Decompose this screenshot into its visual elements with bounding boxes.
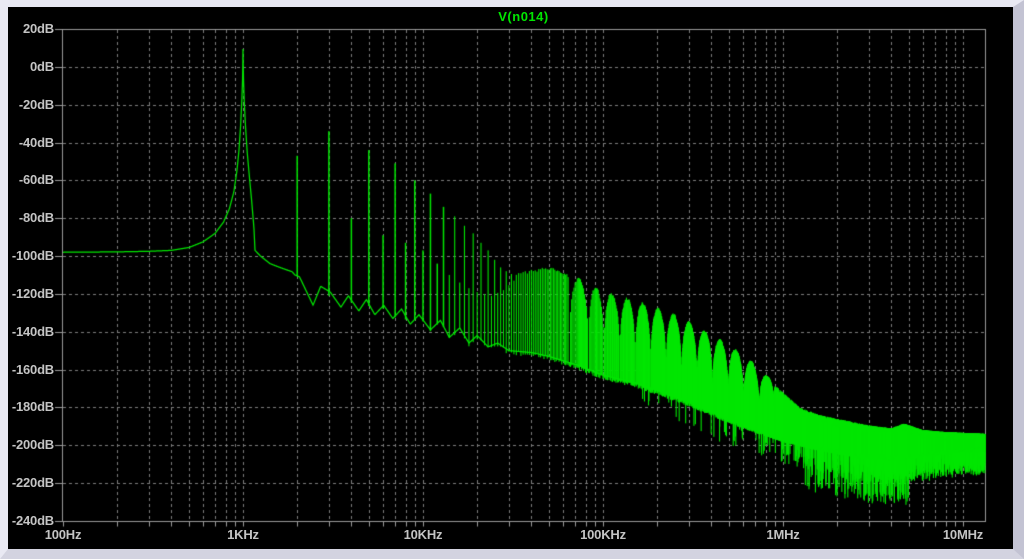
x-axis-label: 10KHz xyxy=(404,527,443,542)
y-axis-label: -160dB xyxy=(0,362,54,377)
y-axis-label: 20dB xyxy=(0,21,54,36)
x-axis-label: 1MHz xyxy=(766,527,799,542)
y-axis-label: -240dB xyxy=(0,513,54,528)
y-axis-label: 0dB xyxy=(0,59,54,74)
y-axis-label: -80dB xyxy=(0,210,54,225)
x-axis-label: 1KHz xyxy=(227,527,259,542)
y-axis-label: -20dB xyxy=(0,97,54,112)
x-axis-label: 10MHz xyxy=(943,527,983,542)
y-axis-label: -100dB xyxy=(0,248,54,263)
y-axis-label: -60dB xyxy=(0,172,54,187)
trace-title[interactable]: V(n014) xyxy=(62,7,985,27)
y-axis-label: -220dB xyxy=(0,475,54,490)
y-axis-label: -180dB xyxy=(0,399,54,414)
y-axis-label: -200dB xyxy=(0,437,54,452)
y-axis-label: -40dB xyxy=(0,135,54,150)
ltspice-plot-pane: V(n014) 20dB 0dB -20dB -40dB -60dB -80dB -100d… xyxy=(0,0,1024,559)
x-axis-label: 100KHz xyxy=(580,527,626,542)
x-axis-label: 100Hz xyxy=(45,527,82,542)
y-axis-label: -140dB xyxy=(0,324,54,339)
y-axis-label: -120dB xyxy=(0,286,54,301)
fft-plot-canvas[interactable] xyxy=(0,0,1024,559)
